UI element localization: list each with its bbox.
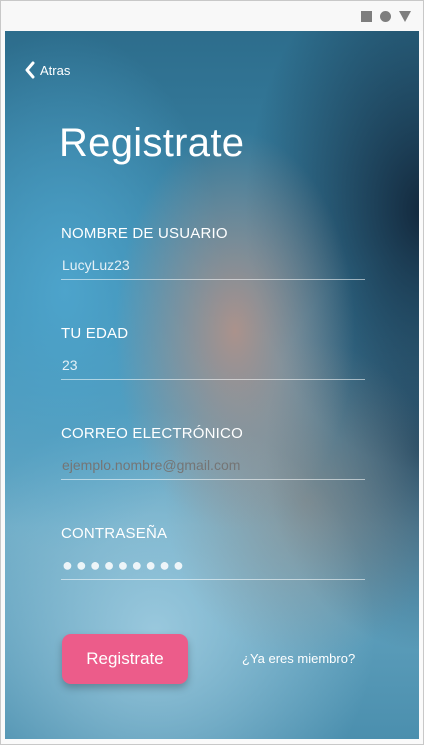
back-label: Atras — [40, 62, 71, 78]
back-button[interactable]: Atras — [24, 61, 70, 79]
email-field-group: CORREO ELECTRÓNICO — [61, 425, 365, 480]
age-field-group: TU EDAD — [61, 325, 365, 380]
device-frame: Atras Registrate NOMBRE DE USUARIO TU ED… — [0, 0, 424, 745]
status-icons — [361, 11, 411, 22]
page-title: Registrate — [59, 121, 245, 165]
register-screen: Atras Registrate NOMBRE DE USUARIO TU ED… — [5, 31, 419, 739]
register-button[interactable]: Registrate — [62, 634, 188, 684]
chevron-left-icon — [24, 61, 35, 79]
username-field-group: NOMBRE DE USUARIO — [61, 225, 365, 280]
status-bar — [1, 1, 423, 31]
username-label: NOMBRE DE USUARIO — [61, 225, 228, 242]
username-input[interactable] — [61, 251, 365, 280]
already-member-link[interactable]: ¿Ya eres miembro? — [242, 651, 355, 666]
age-label: TU EDAD — [61, 325, 129, 342]
email-input[interactable] — [61, 451, 365, 480]
age-input[interactable] — [61, 351, 365, 380]
password-label: CONTRASEÑA — [61, 525, 168, 542]
password-input[interactable] — [61, 551, 365, 580]
square-icon — [361, 11, 372, 22]
circle-icon — [380, 11, 391, 22]
triangle-icon — [399, 11, 411, 22]
password-field-group: CONTRASEÑA — [61, 525, 365, 580]
email-label: CORREO ELECTRÓNICO — [61, 425, 243, 442]
